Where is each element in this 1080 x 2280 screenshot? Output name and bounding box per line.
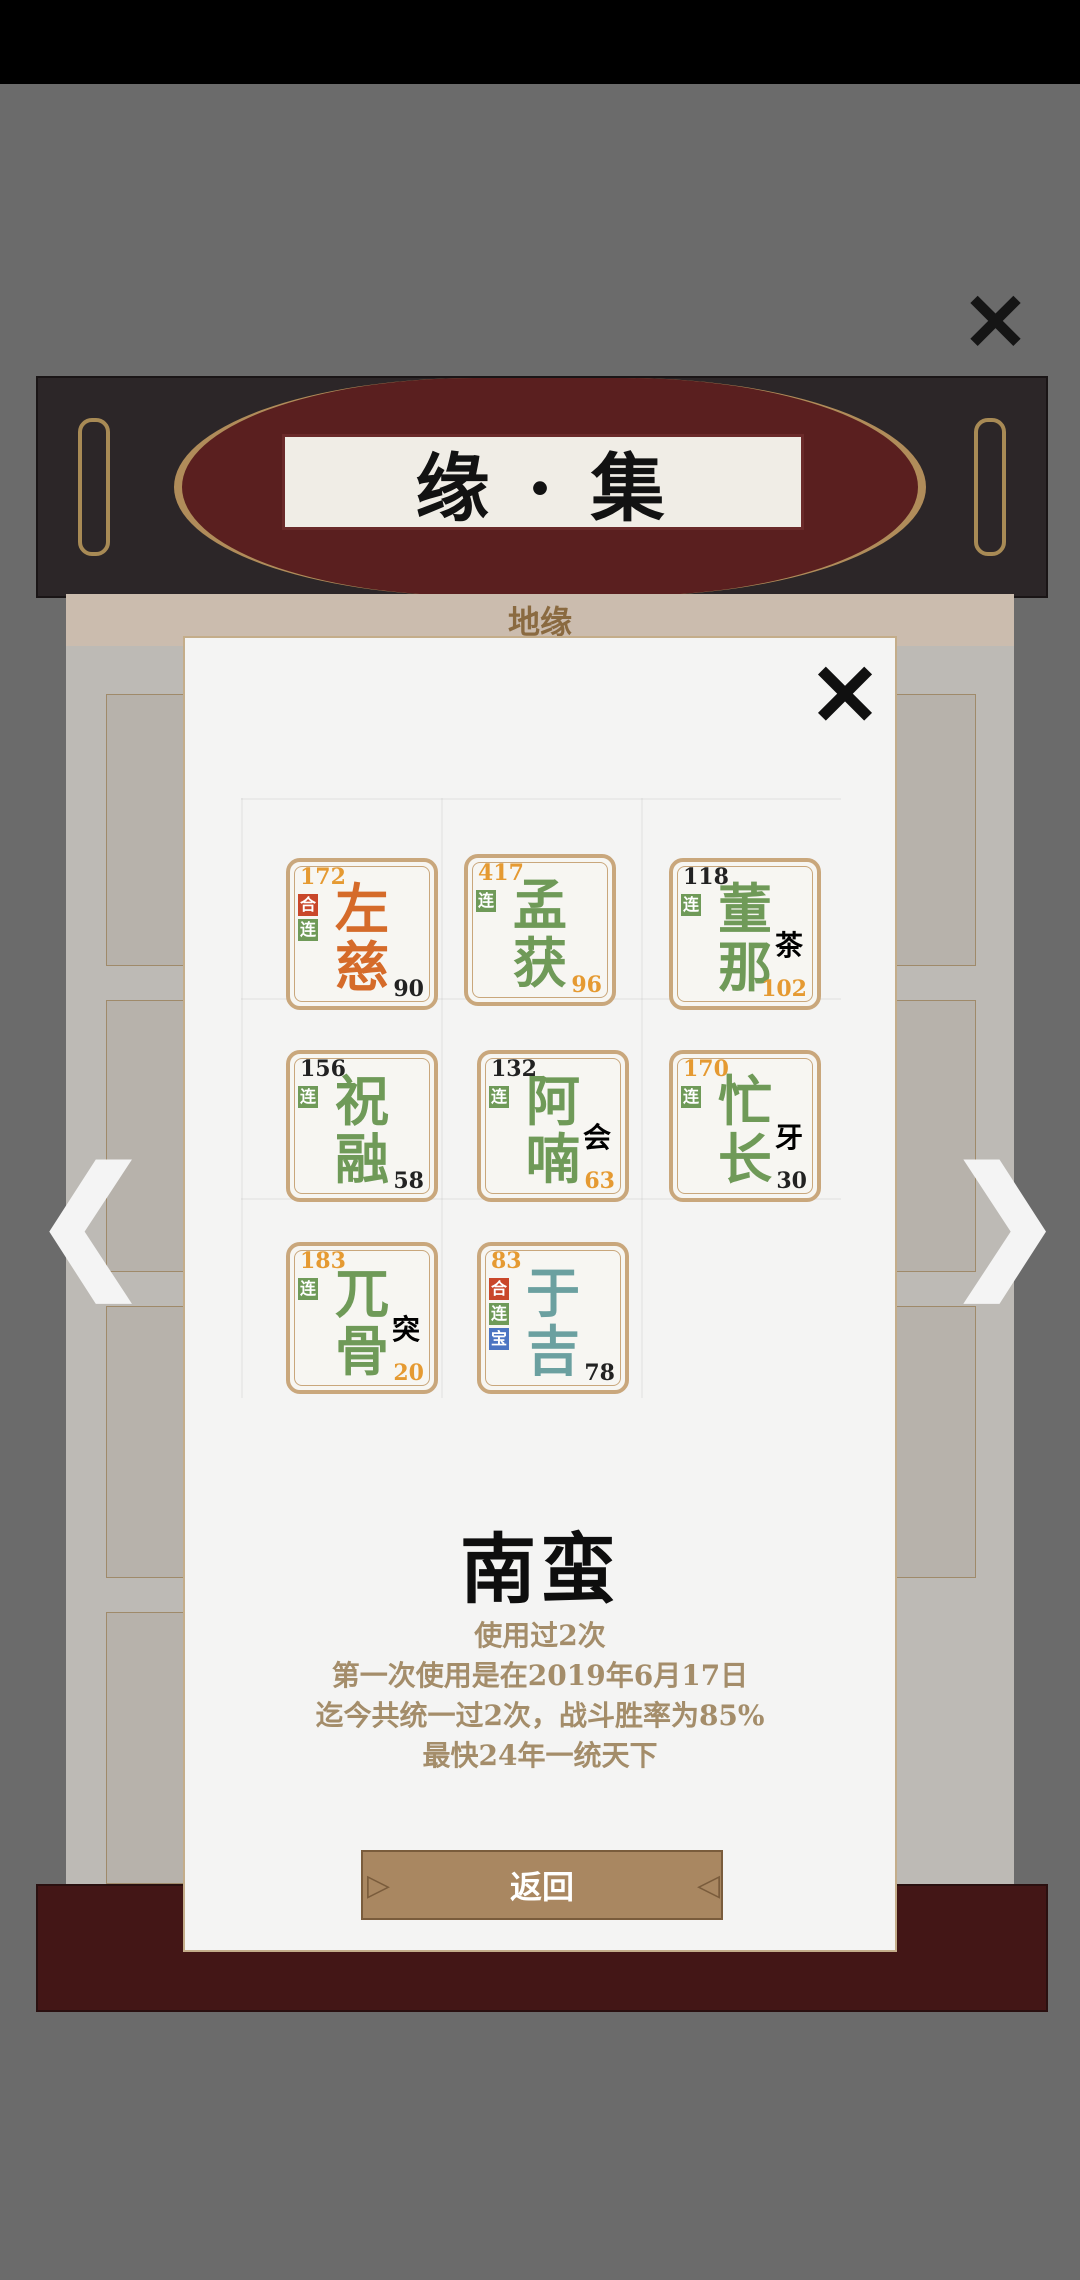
right-ornament-icon: ◁ [697,1868,721,1903]
first-use-text: 第一次使用是在2019年6月17日 [331,1659,749,1692]
card-bottom-number: 90 [393,976,424,1002]
unify-stats-text: 迄今共统一过2次，战斗胜率为85% [315,1699,765,1732]
fastest-unify-text: 最快24年一统天下 [422,1739,658,1772]
general-card[interactable]: 83 合连宝 于吉 78 [477,1242,629,1394]
general-card[interactable]: 156 连 祝融 58 [286,1050,438,1202]
right-arrow-icon[interactable]: ❯ [946,1150,1063,1290]
left-arrow-icon[interactable]: ❮ [32,1150,149,1290]
card-bottom-number: 20 [393,1360,424,1386]
general-card[interactable]: 417 连 孟获 96 [464,854,616,1006]
card-bottom-number: 63 [584,1168,615,1194]
general-card[interactable]: 118 连 董那 茶 102 [669,858,821,1010]
close-icon[interactable]: ✕ [805,653,885,739]
scroll-rod-right [974,418,1006,556]
collection-title: 缘 · 集 [282,434,804,532]
card-bottom-number: 30 [776,1168,807,1194]
left-ornament-icon: ▷ [367,1868,391,1903]
back-button-label: 返回 [509,1868,574,1906]
general-card[interactable]: 170 连 忙长 牙 30 [669,1050,821,1202]
usage-count-text: 使用过2次 [474,1619,606,1652]
faction-detail-dialog: ✕ 172 合连 左慈 90 417 连 孟获 96 118 连 董那 茶 10… [183,636,897,1952]
card-sub-character: 突 [391,1313,420,1346]
card-bottom-number: 58 [393,1168,424,1194]
faction-title: 南蛮 [460,1525,620,1614]
card-bottom-number: 96 [571,972,602,998]
scroll-rod-left [78,418,110,556]
status-bar [0,0,1080,84]
general-card[interactable]: 183 连 兀骨 突 20 [286,1242,438,1394]
card-bottom-number: 78 [584,1360,615,1386]
card-sub-character: 会 [582,1121,611,1154]
back-button[interactable]: ▷ 返回 ◁ [361,1850,723,1920]
background-close-icon[interactable]: ✕ [962,282,1038,362]
general-card[interactable]: 172 合连 左慈 90 [286,858,438,1010]
card-bottom-number: 102 [761,976,807,1002]
general-card[interactable]: 132 连 阿喃 会 63 [477,1050,629,1202]
card-sub-character: 牙 [774,1121,803,1154]
scroll-header: 缘 · 集 [36,376,1048,598]
faction-stats: 使用过2次 第一次使用是在2019年6月17日 迄今共统一过2次，战斗胜率为85… [185,1616,895,1776]
card-sub-character: 茶 [774,929,803,962]
